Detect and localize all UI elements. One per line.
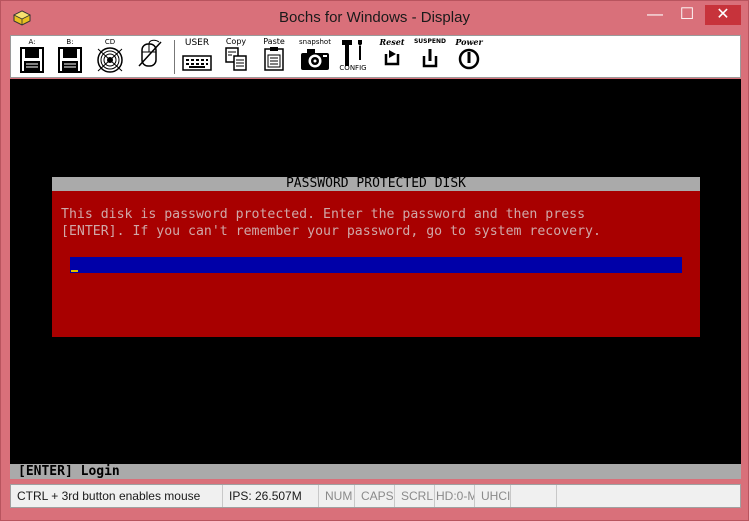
suspend-icon <box>422 49 438 68</box>
cdrom-label: CD <box>104 38 116 46</box>
num-lock-indicator: NUM <box>319 485 355 507</box>
dialog-message: This disk is password protected. Enter t… <box>61 207 691 240</box>
hard-disk-indicator: HD:0-M <box>435 485 475 507</box>
maximize-button[interactable]: ☐ <box>673 5 701 25</box>
config-label: CONFIG <box>339 64 367 72</box>
uhci-indicator: UHCI <box>475 485 511 507</box>
copy-icon <box>225 47 247 71</box>
paste-clipboard-icon <box>264 47 284 71</box>
dialog-message-line2: [ENTER]. If you can't remember your pass… <box>61 223 601 239</box>
mouse-disabled-icon <box>138 39 162 67</box>
screen-hint-bar: [ENTER] Login <box>10 464 741 479</box>
reset-arrow-icon <box>384 50 400 66</box>
power-button[interactable]: Power <box>451 38 487 76</box>
title-bar[interactable]: Bochs for Windows - Display — ☐ ✕ <box>1 1 748 35</box>
bochs-window: Bochs for Windows - Display — ☐ ✕ A: B: <box>0 0 749 521</box>
cdrom-button[interactable]: CD <box>93 38 127 76</box>
config-button[interactable]: CONFIG <box>337 38 369 76</box>
suspend-button[interactable]: SUSPEND <box>413 38 447 76</box>
floppy-disk-icon <box>58 47 82 73</box>
status-cell-empty <box>511 485 557 507</box>
password-dialog: PASSWORD PROTECTED DISK This disk is pas… <box>52 177 700 337</box>
dialog-message-line1: This disk is password protected. Enter t… <box>61 207 586 222</box>
scroll-lock-indicator: SCRL <box>395 485 435 507</box>
camera-icon <box>301 49 329 70</box>
caps-lock-indicator: CAPS <box>355 485 395 507</box>
paste-label: Paste <box>263 37 285 46</box>
window-title: Bochs for Windows - Display <box>279 9 470 26</box>
ips-status: IPS: 26.507M <box>223 485 319 507</box>
snapshot-label: snapshot <box>299 38 331 46</box>
power-icon <box>458 48 480 70</box>
user-label: USER <box>184 38 210 48</box>
emulator-screen[interactable]: PASSWORD PROTECTED DISK This disk is pas… <box>10 79 741 479</box>
reset-button[interactable]: Reset <box>375 38 409 76</box>
floppy-a-button[interactable]: A: <box>15 38 49 76</box>
mouse-button[interactable] <box>133 38 167 76</box>
floppy-a-label: A: <box>28 38 36 46</box>
floppy-disk-icon <box>20 47 44 73</box>
close-button[interactable]: ✕ <box>705 5 741 25</box>
dialog-title: PASSWORD PROTECTED DISK <box>52 177 700 191</box>
user-button[interactable]: USER <box>179 38 215 76</box>
snapshot-button[interactable]: snapshot <box>295 38 335 76</box>
password-input[interactable] <box>70 257 682 273</box>
toolbar-separator <box>174 40 175 74</box>
paste-button[interactable]: Paste <box>257 38 291 76</box>
cd-disc-icon <box>97 47 123 73</box>
copy-label: Copy <box>225 37 247 46</box>
keyboard-icon <box>182 55 212 71</box>
minimize-button[interactable]: — <box>641 5 669 25</box>
reset-label: Reset <box>379 37 405 47</box>
mouse-hint-status: CTRL + 3rd button enables mouse <box>11 485 223 507</box>
copy-button[interactable]: Copy <box>219 38 253 76</box>
power-label: Power <box>455 37 483 47</box>
toolbar: A: B: CD USER Copy Paste snapshot CONFIG… <box>10 35 741 78</box>
status-bar: CTRL + 3rd button enables mouse IPS: 26.… <box>10 484 741 508</box>
floppy-b-label: B: <box>66 38 74 46</box>
floppy-b-button[interactable]: B: <box>53 38 87 76</box>
text-cursor <box>71 270 78 272</box>
suspend-label: SUSPEND <box>413 38 446 45</box>
